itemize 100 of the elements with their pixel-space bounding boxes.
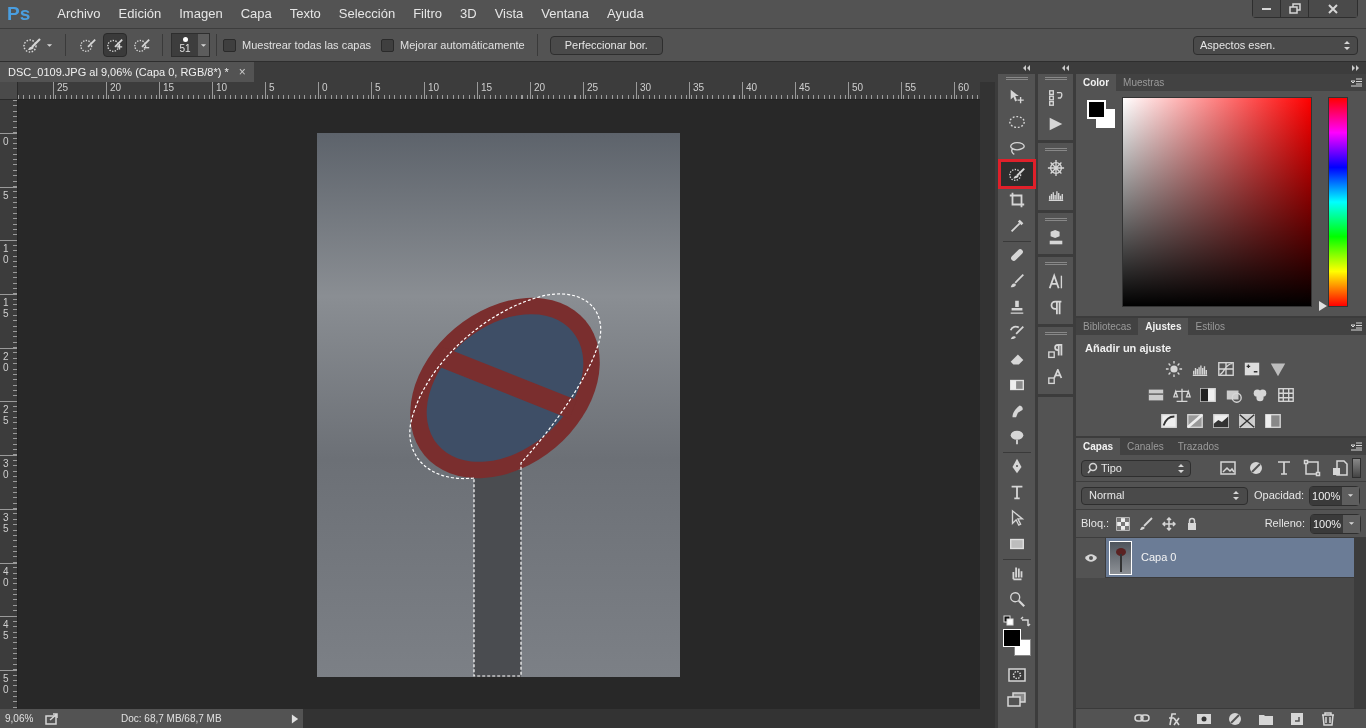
panel-tab[interactable]: Bibliotecas [1076, 318, 1139, 335]
play-icon[interactable] [291, 712, 299, 725]
panel-tab[interactable]: Muestras [1116, 74, 1172, 91]
filter-button[interactable] [1219, 459, 1237, 477]
ruler-label: 20 [534, 82, 546, 93]
ruler-label: 40 [746, 82, 758, 93]
menu-item[interactable]: Ayuda [598, 4, 653, 24]
invert-icon [1160, 412, 1178, 430]
menu-item[interactable]: Texto [280, 4, 330, 24]
panel-heading: Añadir un ajuste [1084, 341, 1173, 356]
ruler-label: 0 [3, 136, 9, 147]
tool-button[interactable] [1000, 162, 1033, 186]
lock-button[interactable] [1116, 516, 1131, 531]
menu-item[interactable]: Vista [485, 4, 533, 24]
ruler-label: 0 [322, 82, 328, 93]
ruler-label: 10 [3, 243, 9, 266]
lock-button[interactable] [1162, 516, 1177, 531]
ruler-label: 15 [3, 297, 9, 320]
menu-item[interactable]: Capa [231, 4, 281, 24]
blend-mode-dropdown[interactable]: Normal [1081, 486, 1248, 505]
share-icon[interactable] [45, 712, 59, 725]
minimize-button[interactable] [1253, 0, 1281, 17]
ruler-label: 5 [3, 189, 9, 201]
paragraph-styles-icon [1046, 343, 1065, 361]
type-filter-icon [1275, 459, 1293, 477]
adjustment-button[interactable] [1263, 411, 1283, 431]
layer-row[interactable]: Capa 0 [1076, 538, 1354, 578]
restore-button[interactable] [1281, 0, 1309, 17]
adjustment-button[interactable] [1185, 411, 1205, 431]
layers-scrollbar[interactable] [1354, 538, 1366, 708]
dashed-ellipse-icon [1007, 113, 1026, 131]
lasso-icon [1007, 139, 1026, 157]
ruler-label: 15 [481, 82, 493, 93]
panel-menu-icon[interactable] [1350, 321, 1363, 332]
default-colors-icon[interactable] [1002, 615, 1014, 626]
panel-tab[interactable]: Estilos [1188, 318, 1232, 335]
filter-button[interactable] [1303, 459, 1321, 477]
ruler-label: 25 [57, 82, 69, 93]
menu-item[interactable]: 3D [451, 4, 486, 24]
adjustment-button[interactable] [1198, 385, 1218, 405]
document-tab[interactable]: DSC_0109.JPG al 9,06% (Capa 0, RGB/8*) * × [0, 62, 254, 82]
ruler-label: 25 [587, 82, 599, 93]
swap-colors-icon[interactable] [1019, 615, 1031, 627]
checkbox[interactable] [381, 38, 394, 52]
tool-preset-button[interactable] [20, 35, 55, 55]
panel-tab[interactable]: Ajustes [1138, 318, 1189, 335]
checkbox[interactable] [223, 38, 236, 52]
grid-icon [1277, 386, 1295, 404]
brightness-icon [1165, 360, 1183, 378]
image-filter-icon [1219, 459, 1237, 477]
expand-icon[interactable] [1351, 64, 1360, 72]
collapse-icon[interactable] [1061, 64, 1070, 72]
visibility-toggle[interactable] [1083, 551, 1098, 564]
filter-button[interactable] [1331, 459, 1349, 477]
panel-tab[interactable]: Capas [1076, 438, 1120, 455]
ruler-label: 20 [3, 350, 9, 373]
layer-action-button[interactable] [1227, 710, 1243, 727]
exposure-icon [1243, 360, 1261, 378]
menu-item[interactable]: Edición [109, 4, 171, 24]
ruler-label: 40 [3, 565, 9, 588]
brush-selection-icon [22, 35, 42, 55]
selection-mode-button[interactable] [103, 33, 127, 57]
hue-slider-thumb[interactable] [1319, 301, 1327, 311]
color-swatches[interactable] [1002, 629, 1031, 657]
lock-button[interactable] [1139, 516, 1154, 531]
color-swatches[interactable] [1087, 100, 1115, 128]
caret-icon [46, 42, 53, 48]
panel-tab[interactable]: Canales [1120, 438, 1171, 455]
filter-button[interactable] [1275, 459, 1293, 477]
adjustment-button[interactable] [1159, 411, 1179, 431]
panel-tab[interactable]: Trazados [1170, 438, 1227, 455]
panel-tab[interactable]: Color [1076, 74, 1117, 91]
menu-item[interactable]: Archivo [48, 4, 110, 24]
collapse-icon[interactable] [1022, 64, 1031, 72]
layer-action-button[interactable] [1289, 710, 1305, 727]
menu-item[interactable]: Selección [329, 4, 405, 24]
adjustment-button[interactable] [1211, 411, 1231, 431]
brush-selection-icon [1007, 165, 1026, 183]
close-button[interactable] [1309, 0, 1357, 17]
caret-icon [200, 42, 207, 48]
horizontal-scrollbar[interactable] [303, 709, 995, 728]
character-styles-icon [1046, 369, 1065, 387]
filter-toggle[interactable] [1352, 458, 1361, 478]
layer-action-button[interactable] [1320, 710, 1336, 727]
adjustment-button[interactable] [1237, 411, 1257, 431]
checkerboard-lock-icon [1116, 516, 1131, 531]
menu-item[interactable]: Filtro [404, 4, 452, 24]
refine-edge-button[interactable]: Perfeccionar bor. [549, 35, 663, 55]
color-field[interactable] [1122, 97, 1312, 307]
filter-button[interactable] [1247, 459, 1265, 477]
menu-item[interactable]: Ventana [532, 4, 599, 24]
menu-item[interactable]: Imagen [170, 4, 232, 24]
tab-close-button[interactable]: × [238, 63, 246, 81]
add-selection-icon [106, 36, 124, 54]
layer-filter-dropdown[interactable]: Tipo [1081, 459, 1191, 477]
panel-menu-icon[interactable] [1350, 77, 1363, 88]
workspace-dropdown[interactable]: Aspectos esen. [1193, 35, 1358, 55]
brush-size-picker[interactable]: 51 [171, 33, 210, 57]
updown-icon [1343, 39, 1351, 51]
panel-menu-icon[interactable] [1350, 441, 1363, 452]
